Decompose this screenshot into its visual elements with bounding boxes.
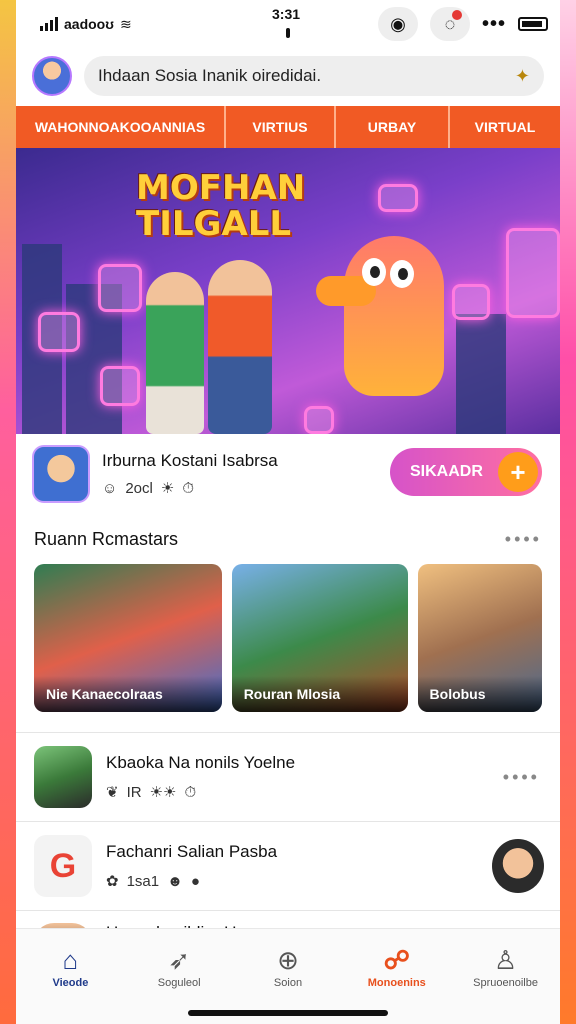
hero-title: MOFHAN TILGALL bbox=[136, 170, 305, 242]
list-meta: IR bbox=[126, 783, 142, 801]
nav-label: Spruoenoilbe bbox=[473, 977, 538, 989]
compass-icon: ➶ bbox=[168, 945, 191, 975]
floating-tile bbox=[100, 366, 140, 406]
featured-cards: Nie Kanaecolraas Rouran Mlosia Bolobus bbox=[16, 564, 560, 714]
section-header: Ruann Rcmastars •••• bbox=[16, 514, 560, 564]
list-meta: 1sa1 bbox=[126, 872, 160, 890]
profile-avatar[interactable] bbox=[32, 445, 90, 503]
card-caption: Nie Kanaecolraas bbox=[34, 676, 222, 712]
floating-tile bbox=[38, 312, 80, 352]
nav-label: Soguleol bbox=[157, 977, 201, 989]
more-icon[interactable]: ••• bbox=[482, 13, 506, 36]
search-placeholder: Ihdaan Sosia Inanik oiredidai. bbox=[98, 66, 322, 85]
profile-name: Irburna Kostani Isabrsa bbox=[102, 451, 278, 470]
woman-character bbox=[146, 272, 204, 434]
featured-card[interactable]: Rouran Mlosia bbox=[231, 564, 408, 712]
floating-tile bbox=[378, 184, 418, 212]
list-thumbnail bbox=[34, 746, 92, 808]
left-edge-decoration bbox=[0, 0, 16, 1024]
featured-card[interactable]: Nie Kanaecolraas bbox=[34, 564, 222, 712]
category-tabs: WAHONNOAKOOANNIAS VIRTIUS URBAY VIRTUAL bbox=[16, 106, 560, 148]
app-screen: aadooʊ ≋ 3:31 ◉ ◌ ••• Ihdaan Sosia Inani… bbox=[16, 0, 560, 1024]
tab-3[interactable]: URBAY bbox=[336, 106, 450, 148]
card-caption: Rouran Mlosia bbox=[231, 676, 408, 712]
app-logo-icon: G bbox=[34, 835, 92, 897]
notifications-button[interactable]: ◌ bbox=[429, 7, 470, 41]
contact-avatar[interactable] bbox=[492, 839, 544, 893]
follow-button[interactable]: SIKAADR + bbox=[390, 448, 542, 496]
globe-icon: ✿ bbox=[106, 873, 119, 890]
sun-icon: ☀☀ bbox=[149, 784, 177, 801]
user-avatar[interactable] bbox=[32, 56, 72, 96]
floating-tile bbox=[304, 406, 334, 434]
nav-label: Soion bbox=[273, 977, 303, 989]
list-title: Fachanri Salian Pasba bbox=[106, 842, 278, 861]
search-row: Ihdaan Sosia Inanik oiredidai. ✦ bbox=[16, 48, 560, 104]
hero-title-line-1: MOFHAN bbox=[136, 168, 306, 208]
mascot-eye bbox=[362, 258, 386, 286]
plus-icon[interactable]: + bbox=[498, 452, 538, 492]
mascot-character bbox=[344, 236, 444, 396]
notification-badge bbox=[451, 10, 462, 20]
wifi-icon: ≋ bbox=[119, 15, 132, 32]
tab-1[interactable]: WAHONNOAKOOANNIAS bbox=[16, 106, 226, 148]
nav-label: Vieode bbox=[52, 977, 89, 989]
signal-icon bbox=[40, 17, 58, 31]
floating-tile bbox=[98, 264, 142, 312]
list-title: Kbaoka Na nonils Yoelne bbox=[106, 753, 296, 772]
list-item[interactable]: Kbaoka Na nonils Yoelne ❦ IR ☀☀ ⏱ •••• bbox=[16, 733, 560, 821]
featured-card[interactable]: Bolobus bbox=[417, 564, 542, 712]
leaf-icon: ❦ bbox=[106, 784, 119, 801]
timer-icon: ⏱ bbox=[184, 783, 197, 801]
nav-profile[interactable]: ♙ Spruoenoilbe bbox=[451, 929, 560, 1024]
mascot-eye bbox=[390, 260, 414, 288]
cookie-icon: ● bbox=[190, 872, 200, 890]
tab-4[interactable]: VIRTUAL bbox=[450, 106, 560, 148]
follow-button-label: SIKAADR bbox=[410, 463, 483, 480]
right-edge-decoration bbox=[560, 0, 576, 1024]
camera-button[interactable]: ◉ bbox=[377, 7, 418, 41]
emoji-icon: ☻ bbox=[167, 872, 183, 890]
notification-icon: ☍ bbox=[383, 945, 410, 975]
city-building bbox=[456, 314, 506, 434]
timer-icon: ⏱ bbox=[182, 479, 195, 497]
profile-meta: 2ocl bbox=[125, 479, 153, 497]
more-icon[interactable]: •••• bbox=[503, 767, 540, 788]
status-bar: aadooʊ ≋ 3:31 ◉ ◌ ••• bbox=[16, 0, 560, 48]
profile-icon: ♙ bbox=[493, 945, 518, 975]
more-icon[interactable]: •••• bbox=[505, 529, 542, 550]
camera-indicator bbox=[286, 28, 290, 38]
floating-tile bbox=[452, 284, 490, 320]
profile-card[interactable]: Irburna Kostani Isabrsa ☺ 2ocl ☀ ⏱ SIKAA… bbox=[16, 434, 560, 514]
battery-icon bbox=[518, 17, 548, 31]
card-caption: Bolobus bbox=[417, 676, 542, 712]
user-icon: ☺ bbox=[102, 479, 118, 497]
emoji-icon: ☀ bbox=[160, 480, 175, 497]
search-input[interactable]: Ihdaan Sosia Inanik oiredidai. ✦ bbox=[84, 56, 544, 96]
hero-title-line-2: TILGALL bbox=[136, 204, 292, 244]
hero-banner[interactable]: MOFHAN TILGALL bbox=[16, 148, 560, 434]
bottom-navigation: ⌂ Vieode ➶ Soguleol ⊕ Soion ☍ Monoenins … bbox=[16, 928, 560, 1024]
nav-home[interactable]: ⌂ Vieode bbox=[16, 929, 125, 1024]
nav-label: Monoenins bbox=[367, 977, 426, 989]
camera-icon: ◉ bbox=[390, 13, 406, 34]
plus-icon: ⊕ bbox=[277, 945, 299, 975]
section-title: Ruann Rcmastars bbox=[34, 528, 179, 549]
clock: 3:31 bbox=[272, 6, 301, 22]
carrier-label: aadooʊ bbox=[64, 16, 114, 32]
neon-sign bbox=[506, 228, 560, 318]
sparkle-icon[interactable]: ✦ bbox=[515, 66, 530, 87]
home-icon: ⌂ bbox=[62, 945, 79, 975]
man-character bbox=[208, 260, 272, 434]
list-item[interactable]: G Fachanri Salian Pasba ✿ 1sa1 ☻ ● bbox=[16, 822, 560, 910]
tab-2[interactable]: VIRTIUS bbox=[226, 106, 336, 148]
home-indicator[interactable] bbox=[188, 1010, 388, 1016]
